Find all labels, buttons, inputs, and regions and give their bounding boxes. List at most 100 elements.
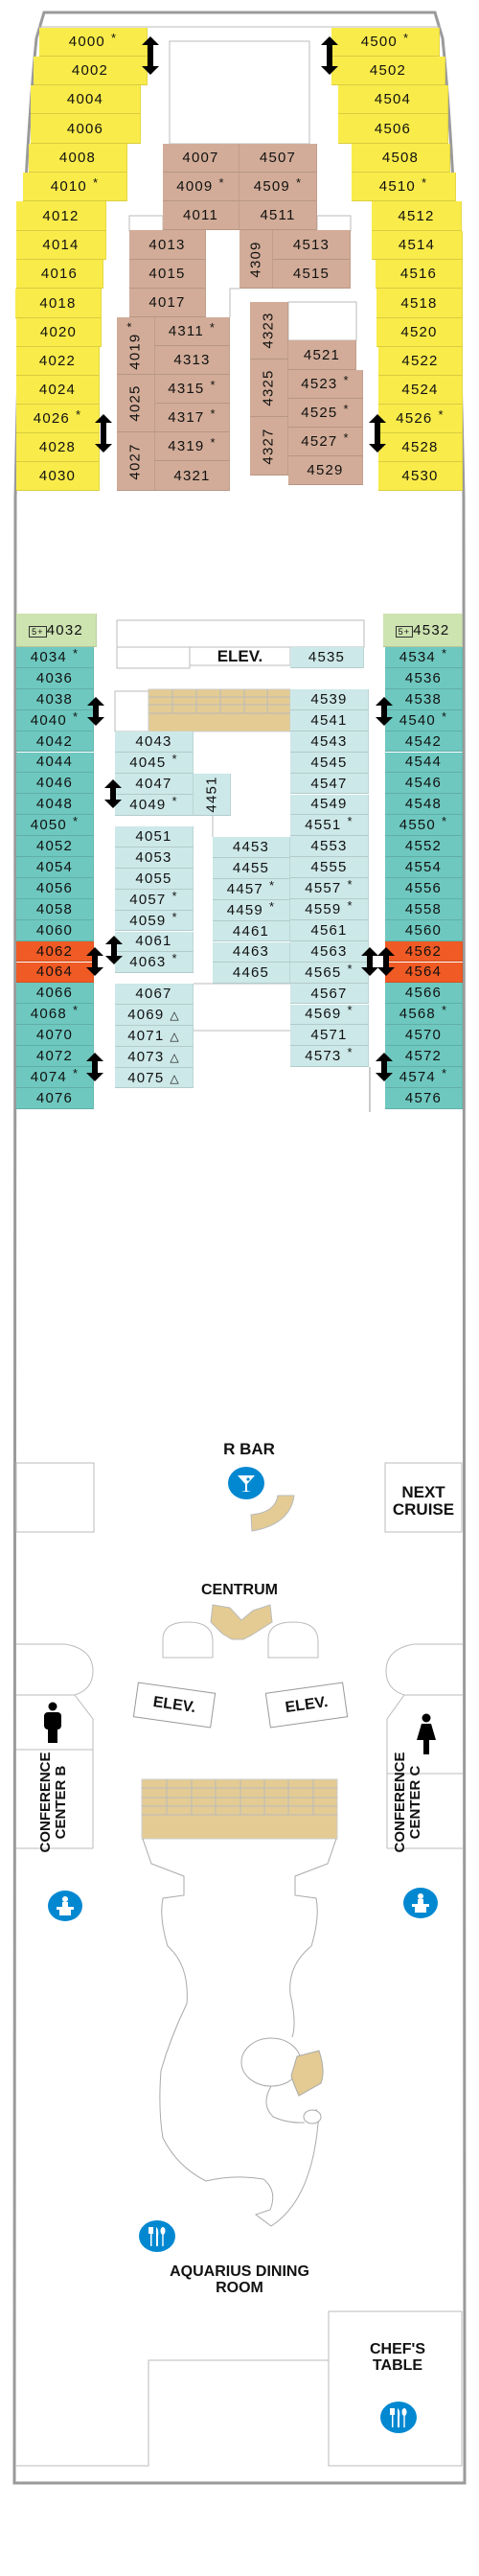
cabin-4459[interactable]: 4459 *: [213, 899, 290, 921]
cabin-4022[interactable]: 4022: [16, 347, 100, 376]
cabin-4052[interactable]: 4052: [16, 836, 94, 857]
cabin-4313[interactable]: 4313: [155, 346, 230, 375]
cabin-4523[interactable]: 4523 *: [288, 370, 363, 399]
cabin-4569[interactable]: 4569 *: [290, 1003, 369, 1026]
cabin-4559[interactable]: 4559 *: [290, 898, 369, 920]
cabin-4506[interactable]: 4506: [338, 114, 448, 144]
cabin-4461[interactable]: 4461: [213, 920, 290, 942]
cabin-4549[interactable]: 4549: [290, 794, 369, 816]
cabin-4530[interactable]: 4530: [378, 462, 463, 491]
cabin-4543[interactable]: 4543: [290, 731, 369, 753]
cabin-4571[interactable]: 4571: [290, 1025, 369, 1047]
cabin-4512[interactable]: 4512: [372, 201, 462, 231]
cabin-4541[interactable]: 4541: [290, 709, 369, 731]
cabin-4076[interactable]: 4076: [16, 1087, 94, 1109]
cabin-4534[interactable]: 4534 *: [385, 646, 463, 668]
cabin-4060[interactable]: 4060: [16, 919, 94, 941]
cabin-4555[interactable]: 4555: [290, 857, 369, 879]
cabin-4075[interactable]: 4075 △: [115, 1067, 194, 1089]
cabin-4043[interactable]: 4043: [115, 731, 194, 753]
cabin-4008[interactable]: 4008: [29, 144, 127, 173]
cabin-4002[interactable]: 4002: [34, 57, 148, 85]
cabin-4028[interactable]: 4028: [16, 433, 100, 462]
cabin-4036[interactable]: 4036: [16, 667, 94, 689]
cabin-4034[interactable]: 4034 *: [16, 646, 94, 668]
cabin-4014[interactable]: 4014: [16, 231, 106, 260]
cabin-4013[interactable]: 4013: [129, 230, 206, 260]
cabin-4011[interactable]: 4011: [163, 201, 240, 230]
cabin-4539[interactable]: 4539: [290, 689, 369, 710]
cabin-4566[interactable]: 4566: [385, 983, 463, 1005]
cabin-4551[interactable]: 4551 *: [290, 814, 369, 837]
cabin-4067[interactable]: 4067: [115, 984, 194, 1005]
cabin-4016[interactable]: 4016: [16, 260, 103, 289]
cabin-4315[interactable]: 4315 *: [155, 375, 230, 404]
cabin-4502[interactable]: 4502: [331, 57, 445, 85]
cabin-4561[interactable]: 4561: [290, 919, 369, 941]
cabin-4536[interactable]: 4536: [385, 667, 463, 689]
cabin-4040[interactable]: 4040 *: [16, 709, 94, 731]
cabin-4044[interactable]: 4044: [16, 752, 94, 774]
cabin-4526[interactable]: 4526 *: [378, 405, 463, 433]
cabin-4010[interactable]: 4010 *: [23, 173, 127, 201]
cabin-4504[interactable]: 4504: [338, 85, 448, 114]
cabin-4007[interactable]: 4007: [163, 144, 240, 173]
cabin-4558[interactable]: 4558: [385, 898, 463, 920]
cabin-4457[interactable]: 4457 *: [213, 878, 290, 900]
cabin-4319[interactable]: 4319 *: [155, 432, 230, 461]
cabin-4042[interactable]: 4042: [16, 731, 94, 753]
cabin-4570[interactable]: 4570: [385, 1025, 463, 1047]
cabin-4513[interactable]: 4513: [273, 230, 351, 260]
cabin-4024[interactable]: 4024: [16, 376, 100, 405]
cabin-4047[interactable]: 4047: [115, 774, 194, 795]
cabin-4542[interactable]: 4542: [385, 731, 463, 753]
cabin-4453[interactable]: 4453: [213, 837, 290, 858]
cabin-4518[interactable]: 4518: [376, 289, 463, 318]
cabin-4451[interactable]: 4451: [194, 774, 231, 816]
cabin-4564[interactable]: 4564: [385, 962, 463, 984]
cabin-4020[interactable]: 4020: [16, 318, 102, 347]
cabin-4055[interactable]: 4055: [115, 868, 194, 890]
cabin-4515[interactable]: 4515: [273, 260, 351, 289]
cabin-4529[interactable]: 4529: [288, 456, 363, 485]
cabin-4511[interactable]: 4511: [240, 201, 317, 230]
cabin-4563[interactable]: 4563: [290, 940, 369, 963]
cabin-4535[interactable]: 4535: [290, 647, 364, 668]
cabin-4554[interactable]: 4554: [385, 857, 463, 878]
cabin-4325[interactable]: 4325: [250, 360, 288, 417]
cabin-4069[interactable]: 4069 △: [115, 1004, 194, 1026]
cabin-4017[interactable]: 4017: [129, 289, 206, 317]
cabin-4066[interactable]: 4066: [16, 983, 94, 1005]
cabin-4508[interactable]: 4508: [352, 144, 450, 173]
cabin-4500[interactable]: 4500 *: [331, 28, 440, 57]
cabin-4068[interactable]: 4068 *: [16, 1003, 94, 1026]
cabin-4070[interactable]: 4070: [16, 1025, 94, 1047]
cabin-4546[interactable]: 4546: [385, 773, 463, 795]
cabin-4012[interactable]: 4012: [16, 201, 106, 231]
cabin-4046[interactable]: 4046: [16, 773, 94, 795]
cabin-4540[interactable]: 4540 *: [385, 709, 463, 731]
cabin-4050[interactable]: 4050 *: [16, 814, 94, 837]
cabin-4568[interactable]: 4568 *: [385, 1003, 463, 1026]
cabin-4049[interactable]: 4049 *: [115, 794, 194, 816]
cabin-4522[interactable]: 4522: [378, 347, 463, 376]
cabin-4030[interactable]: 4030: [16, 462, 100, 491]
cabin-4509[interactable]: 4509 *: [240, 173, 317, 201]
cabin-4058[interactable]: 4058: [16, 898, 94, 920]
cabin-4062[interactable]: 4062: [16, 940, 94, 963]
cabin-4025[interactable]: 4025: [117, 375, 155, 432]
cabin-4032[interactable]: 5+ 4032: [16, 614, 97, 647]
cabin-4056[interactable]: 4056: [16, 877, 94, 899]
cabin-4516[interactable]: 4516: [376, 260, 463, 289]
cabin-4057[interactable]: 4057 *: [115, 889, 194, 911]
cabin-4061[interactable]: 4061: [115, 931, 194, 953]
cabin-4054[interactable]: 4054: [16, 857, 94, 878]
cabin-4465[interactable]: 4465: [213, 963, 290, 985]
cabin-4048[interactable]: 4048: [16, 794, 94, 816]
cabin-4550[interactable]: 4550 *: [385, 814, 463, 837]
cabin-4547[interactable]: 4547: [290, 773, 369, 795]
cabin-4072[interactable]: 4072: [16, 1046, 94, 1067]
cabin-4544[interactable]: 4544: [385, 752, 463, 774]
cabin-4560[interactable]: 4560: [385, 919, 463, 941]
cabin-4556[interactable]: 4556: [385, 877, 463, 899]
